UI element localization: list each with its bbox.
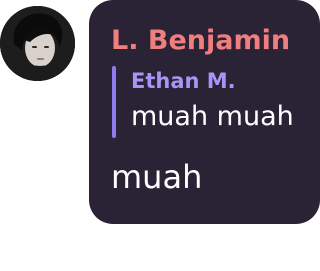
reply-text: muah muah — [131, 101, 294, 132]
reply-quote[interactable]: Ethan M. muah muah — [112, 66, 312, 138]
sender-avatar[interactable] — [0, 6, 75, 81]
user-avatar-photo-icon — [0, 6, 75, 81]
message-bubble[interactable]: L. Benjamin Ethan M. muah muah muah — [89, 0, 320, 224]
reply-quote-bar — [112, 66, 116, 138]
message-text: muah — [111, 158, 203, 196]
sender-name[interactable]: L. Benjamin — [111, 25, 290, 57]
reply-author: Ethan M. — [131, 69, 236, 93]
